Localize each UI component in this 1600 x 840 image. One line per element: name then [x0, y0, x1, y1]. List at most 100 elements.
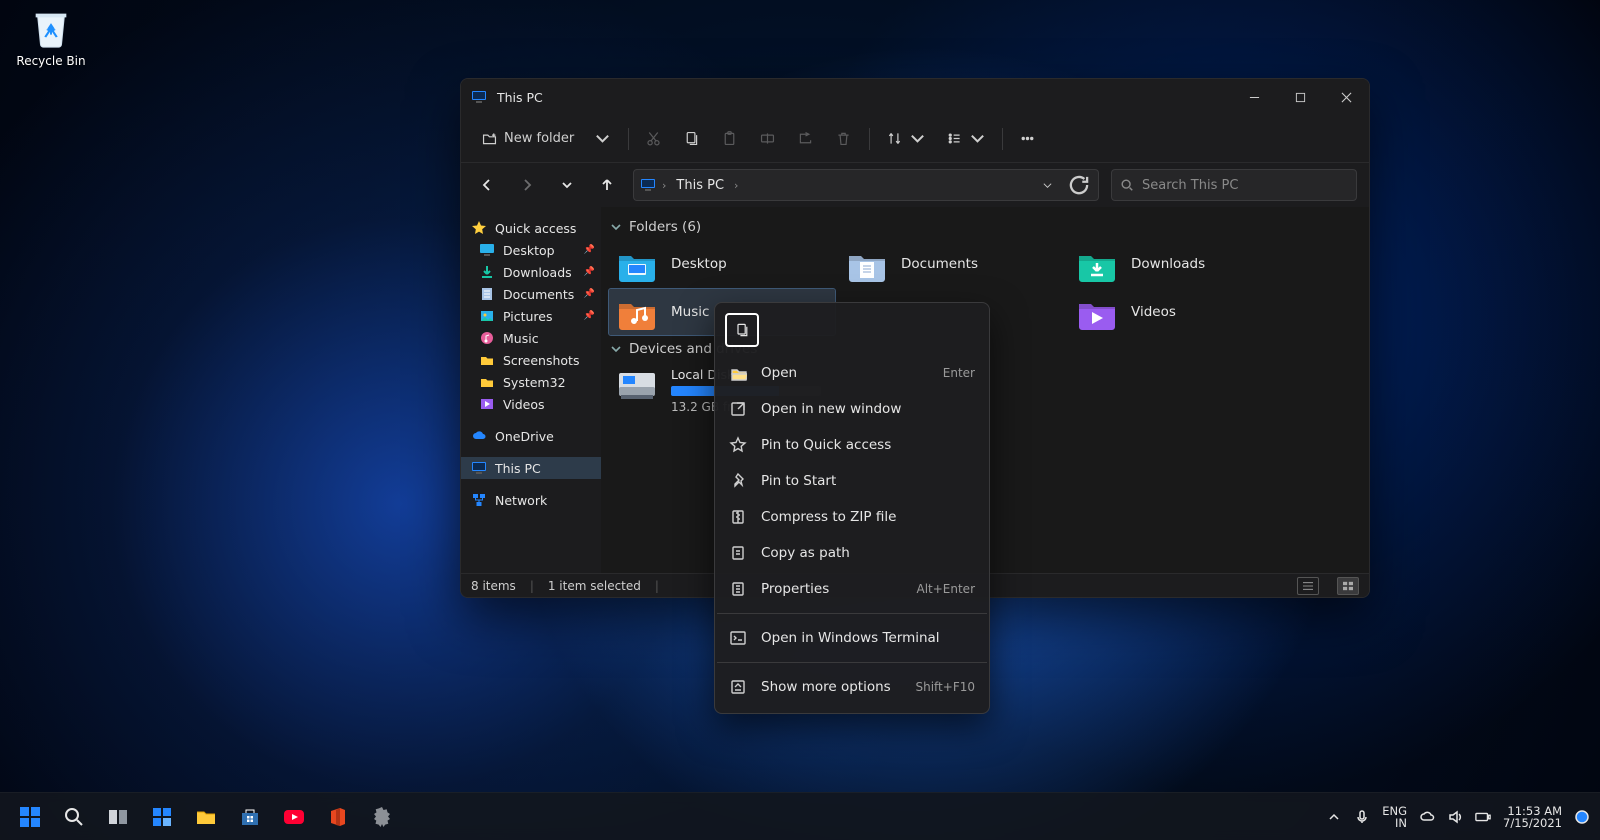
nav-recent-button[interactable] — [553, 171, 581, 199]
context-menu-item[interactable]: Copy as path — [715, 535, 989, 571]
context-menu-label: Show more options — [761, 679, 891, 695]
command-bar: New folder — [461, 115, 1369, 163]
folder-item-downloads[interactable]: Downloads — [1069, 241, 1295, 287]
nav-back-button[interactable] — [473, 171, 501, 199]
folder-item-videos[interactable]: Videos — [1069, 289, 1295, 335]
new-dropdown-button[interactable] — [586, 122, 620, 156]
context-copy-button[interactable] — [725, 313, 759, 347]
taskbar-clock[interactable]: 11:53 AM7/15/2021 — [1503, 805, 1562, 829]
sidebar-item-label: Documents — [503, 287, 574, 302]
documents-icon — [479, 286, 495, 302]
battery-icon[interactable] — [1475, 809, 1491, 825]
breadcrumb-chevron[interactable]: › — [734, 179, 738, 192]
status-item-count: 8 items — [471, 579, 516, 593]
search-button[interactable] — [54, 797, 94, 837]
widgets-button[interactable] — [142, 797, 182, 837]
sidebar-item-label: Screenshots — [503, 353, 579, 368]
window-close-button[interactable] — [1323, 79, 1369, 115]
share-button[interactable] — [789, 122, 823, 156]
refresh-button[interactable] — [1066, 171, 1092, 199]
chevron-down-icon — [594, 130, 611, 147]
context-menu-item[interactable]: Pin to Start — [715, 463, 989, 499]
music-folder-icon — [617, 294, 657, 330]
address-bar[interactable]: › This PC › — [633, 169, 1099, 201]
trash-icon — [835, 130, 852, 147]
details-view-button[interactable] — [1297, 577, 1319, 595]
videos-icon — [479, 396, 495, 412]
folder-label: Downloads — [1131, 256, 1205, 272]
taskbar-file-explorer[interactable] — [186, 797, 226, 837]
context-menu-item[interactable]: Open Enter — [715, 355, 989, 391]
share-icon — [797, 130, 814, 147]
nav-forward-button[interactable] — [513, 171, 541, 199]
sidebar-item-screenshots[interactable]: Screenshots — [461, 349, 601, 371]
chevron-down-icon — [969, 130, 986, 147]
sidebar-this-pc[interactable]: This PC — [461, 457, 601, 479]
context-menu-accel: Shift+F10 — [915, 680, 975, 694]
sidebar-item-desktop[interactable]: Desktop 📌 — [461, 239, 601, 261]
network-icon — [471, 492, 487, 508]
taskbar-store[interactable] — [230, 797, 270, 837]
taskbar-settings[interactable] — [362, 797, 402, 837]
task-view-icon — [106, 805, 130, 829]
cut-button[interactable] — [637, 122, 671, 156]
desktop-icon — [479, 242, 495, 258]
volume-icon[interactable] — [1447, 809, 1463, 825]
context-menu-item[interactable]: Show more options Shift+F10 — [715, 669, 989, 705]
context-menu-item[interactable]: Open in new window — [715, 391, 989, 427]
context-menu-item[interactable]: Compress to ZIP file — [715, 499, 989, 535]
cloud-icon — [471, 428, 487, 444]
taskbar-language[interactable]: ENGIN — [1382, 805, 1407, 829]
sidebar-item-music[interactable]: Music — [461, 327, 601, 349]
titlebar[interactable]: This PC — [461, 79, 1369, 115]
taskbar-youtube[interactable] — [274, 797, 314, 837]
view-button[interactable] — [938, 122, 994, 156]
breadcrumb-segment[interactable]: This PC — [672, 178, 728, 193]
sidebar-item-system32[interactable]: System32 — [461, 371, 601, 393]
sidebar-quick-access[interactable]: Quick access — [461, 217, 601, 239]
address-dropdown-button[interactable] — [1034, 171, 1060, 199]
breadcrumb-chevron[interactable]: › — [662, 179, 666, 192]
sidebar-item-videos[interactable]: Videos — [461, 393, 601, 415]
nav-up-button[interactable] — [593, 171, 621, 199]
rename-button[interactable] — [751, 122, 785, 156]
folder-item-desktop[interactable]: Desktop — [609, 241, 835, 287]
sidebar-item-documents[interactable]: Documents 📌 — [461, 283, 601, 305]
paste-button[interactable] — [713, 122, 747, 156]
start-button[interactable] — [10, 797, 50, 837]
search-input[interactable] — [1142, 178, 1348, 193]
notifications-icon[interactable] — [1574, 809, 1590, 825]
sort-button[interactable] — [878, 122, 934, 156]
desktop-icon-recycle-bin[interactable]: Recycle Bin — [12, 4, 90, 68]
sidebar-item-pictures[interactable]: Pictures 📌 — [461, 305, 601, 327]
context-menu: Open Enter Open in new window Pin to Qui… — [714, 302, 990, 714]
task-view-button[interactable] — [98, 797, 138, 837]
sidebar-item-downloads[interactable]: Downloads 📌 — [461, 261, 601, 283]
sidebar-onedrive[interactable]: OneDrive — [461, 425, 601, 447]
window-maximize-button[interactable] — [1277, 79, 1323, 115]
widgets-icon — [150, 805, 174, 829]
delete-button[interactable] — [827, 122, 861, 156]
group-header-folders[interactable]: Folders (6) — [609, 219, 1357, 235]
chevron-up-icon[interactable] — [1326, 809, 1342, 825]
folder-item-documents[interactable]: Documents — [839, 241, 1065, 287]
context-menu-item[interactable]: Properties Alt+Enter — [715, 571, 989, 607]
tiles-view-button[interactable] — [1337, 577, 1359, 595]
context-menu-label: Open in new window — [761, 401, 901, 417]
taskbar-office[interactable] — [318, 797, 358, 837]
sidebar-item-label: Desktop — [503, 243, 555, 258]
more-button[interactable] — [1011, 122, 1045, 156]
sidebar-network[interactable]: Network — [461, 489, 601, 511]
new-folder-button[interactable]: New folder — [473, 122, 582, 156]
microphone-icon[interactable] — [1354, 809, 1370, 825]
onedrive-tray-icon[interactable] — [1419, 809, 1435, 825]
arrow-up-icon — [599, 177, 615, 193]
context-menu-label: Open in Windows Terminal — [761, 630, 940, 646]
search-box[interactable] — [1111, 169, 1357, 201]
context-menu-label: Copy as path — [761, 545, 850, 561]
context-menu-item[interactable]: Pin to Quick access — [715, 427, 989, 463]
pin-icon — [729, 472, 747, 490]
context-menu-item[interactable]: Open in Windows Terminal — [715, 620, 989, 656]
copy-button[interactable] — [675, 122, 709, 156]
window-minimize-button[interactable] — [1231, 79, 1277, 115]
